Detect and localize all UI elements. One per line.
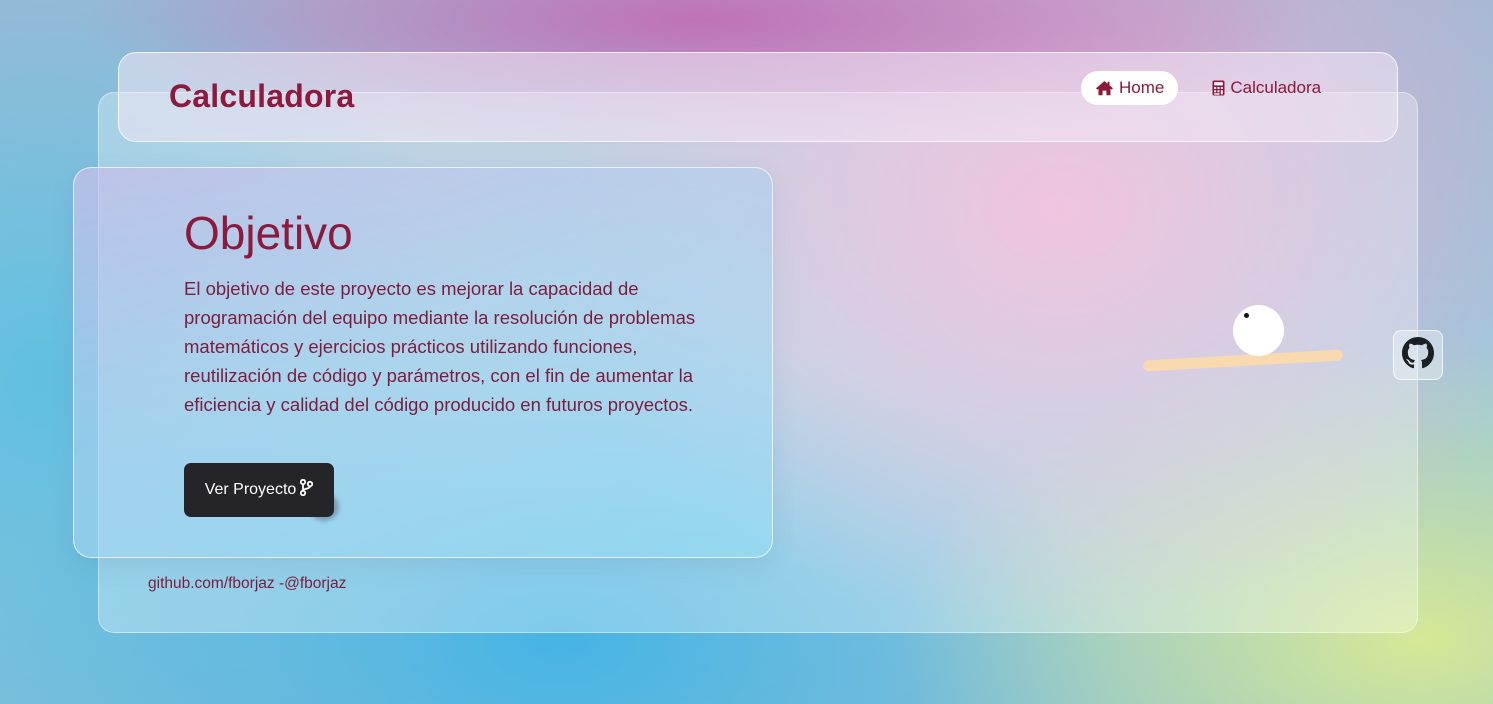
nav-link-calculadora[interactable]: Calculadora bbox=[1198, 71, 1335, 105]
github-button[interactable] bbox=[1393, 330, 1443, 380]
nav-links: Home Calculadora bbox=[1081, 71, 1335, 105]
card-description: El objetivo de este proyecto es mejorar … bbox=[184, 278, 696, 415]
nav-link-calculadora-label: Calculadora bbox=[1230, 78, 1322, 97]
code-branch-icon bbox=[300, 478, 314, 501]
ball-eye bbox=[1244, 313, 1249, 318]
animation-ball bbox=[1233, 305, 1284, 356]
view-project-button[interactable]: Ver Proyecto bbox=[184, 463, 334, 517]
footer-credit[interactable]: github.com/fborjaz -@fborjaz bbox=[148, 575, 346, 593]
calculator-icon bbox=[1212, 80, 1225, 96]
card-title: Objetivo bbox=[184, 207, 353, 259]
github-icon bbox=[1402, 337, 1434, 373]
nav-link-home[interactable]: Home bbox=[1081, 71, 1179, 105]
brand-title[interactable]: Calculadora bbox=[169, 78, 354, 115]
view-project-label: Ver Proyecto bbox=[204, 481, 297, 498]
navbar: Calculadora Home Calculadora bbox=[118, 52, 1398, 142]
nav-link-home-label: Home bbox=[1119, 78, 1165, 97]
objective-card: Objetivo El objetivo de este proyecto es… bbox=[73, 167, 773, 558]
home-icon bbox=[1095, 80, 1114, 96]
